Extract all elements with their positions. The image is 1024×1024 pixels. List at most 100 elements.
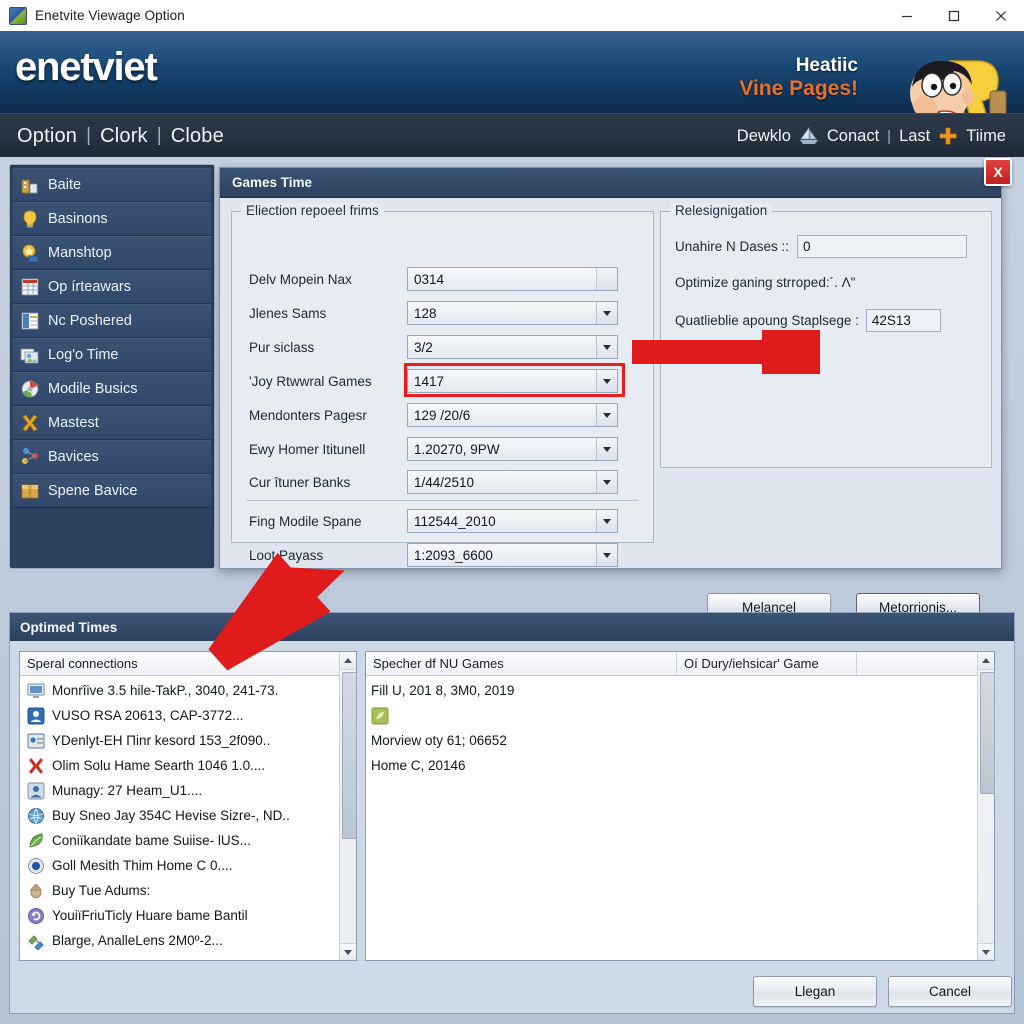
- list-item[interactable]: Buy Sneo Jay 354C Hevise Sizre-, ND..: [20, 803, 356, 828]
- list-scrollbar[interactable]: [977, 652, 995, 960]
- chevron-down-icon[interactable]: [596, 404, 617, 426]
- unahire-n-dases-input[interactable]: 0: [797, 235, 968, 258]
- speral-connections-list[interactable]: Speral connections Monrîive 3.5 hile-Tak…: [19, 651, 357, 961]
- scroll-down-button[interactable]: [340, 943, 356, 960]
- sidebar-item-manshtop[interactable]: Manshtop: [13, 236, 211, 270]
- field-label: Mendonters Pagesr: [249, 407, 367, 423]
- window-title: Enetvite Viewage Option: [35, 8, 185, 23]
- id-card-icon: [27, 733, 45, 748]
- nav-item-tiime[interactable]: Tiime: [966, 127, 1006, 146]
- sidebar-item-label: Bavices: [48, 448, 99, 465]
- package-icon: [21, 484, 39, 498]
- dialog-close-button[interactable]: X: [984, 158, 1012, 186]
- field-row: Loot Payass 1:2093_6600: [249, 542, 618, 568]
- field-label: Fing Modile Spane: [249, 513, 362, 529]
- list-item[interactable]: Morview oty 61; 06652: [366, 728, 994, 753]
- scroll-thumb[interactable]: [342, 672, 357, 839]
- spreadsheet-icon: [21, 278, 39, 295]
- list-item[interactable]: Coniïkandate bame Suiise- lUS...: [20, 828, 356, 853]
- list-scrollbar[interactable]: [339, 652, 357, 960]
- application-window: Enetvite Viewage Option enetviet Heatiic…: [0, 0, 1024, 1024]
- list-item[interactable]: Blarge, AnalleLens 2M0º-2...: [20, 928, 356, 953]
- chevron-down-icon[interactable]: [596, 471, 617, 493]
- sidebar-item-logo-time[interactable]: Log'o Time: [13, 338, 211, 372]
- sidebar-item-mastest[interactable]: Mastest: [13, 406, 211, 440]
- sidebar-item-op-irteawars[interactable]: Op írteawars: [13, 270, 211, 304]
- pur-siclass-combo[interactable]: 3/2: [407, 335, 618, 359]
- nav-item-option[interactable]: Option: [17, 125, 77, 148]
- window-controls: [883, 0, 1024, 31]
- list-item[interactable]: YouiïFriuTicly Huare bame Bantil: [20, 903, 356, 928]
- chevron-down-icon[interactable]: [596, 510, 617, 532]
- nav-item-last[interactable]: Last: [899, 127, 930, 146]
- llegan-button[interactable]: Llegan: [753, 976, 877, 1007]
- field-label: 'Joy Rtwwral Games: [249, 373, 372, 389]
- loot-payass-combo[interactable]: 1:2093_6600: [407, 543, 618, 567]
- network-icon: [22, 447, 38, 464]
- list-item-label: VUSO RSA 20613, CAP-3772...: [52, 708, 244, 723]
- list-item[interactable]: Buy Tue Adums:: [20, 878, 356, 903]
- sidebar-item-baite[interactable]: Baite: [13, 168, 211, 202]
- scroll-up-button[interactable]: [978, 652, 994, 670]
- delv-mopein-nax-input[interactable]: 0314: [407, 267, 618, 291]
- ewy-homer-ititunell-combo[interactable]: 1.20270, 9PW: [407, 437, 618, 461]
- specher-games-list[interactable]: Specher df NU Games Oí Dury/iehsicar' Ga…: [365, 651, 995, 961]
- field-value: 129 /20/6: [414, 407, 471, 423]
- chevron-down-icon[interactable]: [596, 302, 617, 324]
- x-cross-icon: [22, 414, 38, 431]
- nav-item-clobe[interactable]: Clobe: [171, 125, 224, 148]
- nav-separator: |: [887, 127, 892, 145]
- user-icon: [27, 782, 45, 799]
- column-header-duryiehsicar: Oí Dury/iehsicar' Game: [676, 652, 856, 675]
- nav-item-dewklo[interactable]: Dewklo: [737, 127, 791, 146]
- list-item[interactable]: VUSO RSA 20613, CAP-3772...: [20, 703, 356, 728]
- jlenes-sams-combo[interactable]: 128: [407, 301, 618, 325]
- sidebar-item-label: Spene Bavice: [48, 482, 138, 499]
- sidebar-item-spene-bavice[interactable]: Spene Bavice: [13, 474, 211, 508]
- relesignigation-legend: Relesignigation: [670, 203, 773, 218]
- chevron-down-icon[interactable]: [596, 544, 617, 566]
- list-item[interactable]: Munagy: 27 Heam_U1....: [20, 778, 356, 803]
- optimize-note: Optimize ganing strroped:´. Λ": [675, 275, 856, 290]
- refresh-icon: [28, 907, 44, 924]
- maximize-icon[interactable]: [930, 0, 977, 31]
- nav-item-conact[interactable]: Conact: [827, 127, 879, 146]
- list-item[interactable]: Fill U, 201 8, 3M0, 2019: [366, 678, 994, 703]
- list-item[interactable]: Olim Solu Hame Searth 1046 1.0....: [20, 753, 356, 778]
- chevron-down-icon[interactable]: [596, 438, 617, 460]
- scroll-down-button[interactable]: [978, 943, 994, 960]
- plus-icon[interactable]: [938, 126, 958, 146]
- list-item[interactable]: Goll Mesith Thim Home C 0....: [20, 853, 356, 878]
- nav-item-clork[interactable]: Clork: [100, 125, 148, 148]
- quatlieblie-input[interactable]: 42S13: [865, 309, 941, 332]
- close-icon[interactable]: [977, 0, 1024, 31]
- sidebar-item-label: Modile Busics: [48, 380, 138, 397]
- sidebar-item-basinons[interactable]: Basinons: [13, 202, 211, 236]
- disc-icon: [21, 380, 39, 397]
- chevron-down-icon[interactable]: [596, 336, 617, 358]
- list-item-label: YDenlyt-EH Пinr kesord 153_2f090..: [52, 733, 271, 748]
- gold-badge-icon: [22, 244, 39, 262]
- sidebar-item-label: Mastest: [48, 414, 99, 431]
- plug-icon: [28, 934, 44, 950]
- list-item-label: Morview oty 61; 06652: [371, 733, 507, 748]
- mendonters-pagesr-combo[interactable]: 129 /20/6: [407, 403, 618, 427]
- cur-ituner-banks-combo[interactable]: 1/44/2510: [407, 470, 618, 494]
- sidebar-item-bavices[interactable]: Bavices: [13, 440, 211, 474]
- field-label: Delv Mopein Nax: [249, 271, 352, 287]
- navbar-right-group: Dewklo Conact | Last Tiime: [737, 126, 1006, 146]
- list-item[interactable]: [366, 703, 994, 728]
- list-item[interactable]: Home C, 20146: [366, 753, 994, 778]
- scroll-up-button[interactable]: [340, 652, 356, 670]
- fing-modile-spane-combo[interactable]: 112544_2010: [407, 509, 618, 533]
- field-spinner[interactable]: [596, 268, 617, 290]
- field-label: Quatlieblie apoung Staplsege :: [675, 313, 859, 328]
- sidebar-item-nc-poshered[interactable]: Nc Poshered: [13, 304, 211, 338]
- sidebar-item-modile-busics[interactable]: Modile Busics: [13, 372, 211, 406]
- list-item[interactable]: Monrîive 3.5 hile-TakP., 3040, 241-73.: [20, 678, 356, 703]
- cancel-button[interactable]: Cancel: [888, 976, 1012, 1007]
- minimize-icon[interactable]: [883, 0, 930, 31]
- field-label: Ewy Homer Ititunell: [249, 441, 366, 457]
- scroll-thumb[interactable]: [980, 672, 995, 794]
- list-item[interactable]: YDenlyt-EH Пinr kesord 153_2f090..: [20, 728, 356, 753]
